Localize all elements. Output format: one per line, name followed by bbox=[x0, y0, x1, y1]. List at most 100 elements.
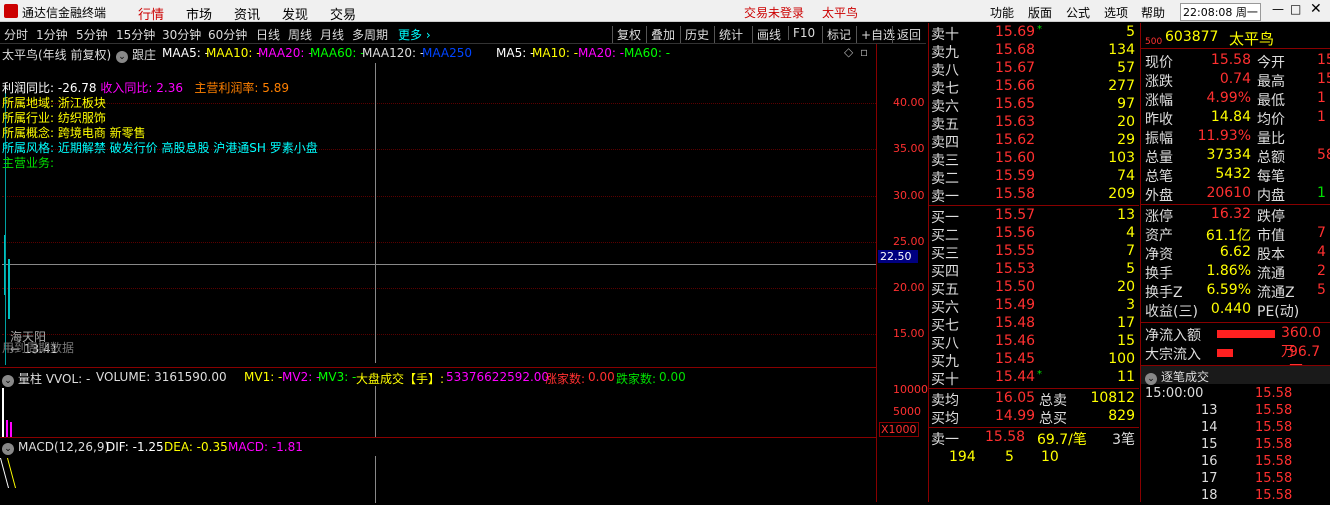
period-week[interactable]: 周线 bbox=[288, 26, 312, 43]
bid-row[interactable]: 买三 15.55 7 bbox=[929, 243, 1139, 262]
minimize-icon[interactable]: — bbox=[1272, 2, 1284, 16]
ask-row[interactable]: 卖八 15.67 57 bbox=[929, 60, 1139, 79]
volume-bar bbox=[6, 420, 8, 438]
total-volume: 829 bbox=[1108, 408, 1135, 424]
window-icon[interactable]: ▫ bbox=[860, 45, 868, 59]
ask-row[interactable]: 卖二 15.59 74 bbox=[929, 168, 1139, 187]
chevron-down-icon: ⌄ bbox=[2, 443, 14, 455]
period-more[interactable]: 更多 › bbox=[398, 26, 431, 43]
tool-mark[interactable]: 标记 bbox=[822, 26, 855, 43]
menu-help[interactable]: 帮助 bbox=[1141, 4, 1165, 21]
follow-toggle[interactable]: ⌄ 跟庄 bbox=[116, 46, 156, 63]
info-key2: 最高 bbox=[1257, 74, 1285, 90]
main-margin-label: 主营利润率: bbox=[194, 81, 259, 95]
macd-title-label: MACD(12,26,9) bbox=[18, 440, 110, 454]
tool-overlay[interactable]: 叠加 bbox=[646, 26, 679, 43]
bid-level: 买十 bbox=[931, 372, 959, 388]
ask-row[interactable]: 卖十 15.69 * 5 bbox=[929, 24, 1139, 43]
bid-row[interactable]: 买二 15.56 4 bbox=[929, 225, 1139, 244]
diamond-icon[interactable]: ◇ bbox=[844, 45, 853, 59]
concepts: 所属概念: 跨境电商 新零售 bbox=[2, 126, 146, 140]
period-15min[interactable]: 15分钟 bbox=[116, 26, 155, 43]
info-row: 换手Z 6.59% 流通Z 5 bbox=[1141, 282, 1330, 301]
tick-row: 13 15.58 bbox=[1141, 403, 1330, 420]
bid-row[interactable]: 买一 15.57 13 bbox=[929, 207, 1139, 226]
tab-quotes[interactable]: 行情 bbox=[138, 4, 164, 23]
bid-price: 15.45 bbox=[995, 351, 1036, 367]
bid-row[interactable]: 买十 15.44 * 11 bbox=[929, 369, 1139, 388]
menu-layout[interactable]: 版面 bbox=[1028, 4, 1052, 21]
ask-level: 卖七 bbox=[931, 81, 959, 97]
period-5min[interactable]: 5分钟 bbox=[76, 26, 108, 43]
info-key2: 流通 bbox=[1257, 266, 1285, 282]
period-60min[interactable]: 60分钟 bbox=[208, 26, 247, 43]
trade-login-status[interactable]: 交易未登录 bbox=[744, 4, 804, 21]
tab-news[interactable]: 资讯 bbox=[234, 4, 260, 23]
period-timeshare[interactable]: 分时 bbox=[4, 26, 28, 43]
tab-discover[interactable]: 发现 bbox=[282, 4, 308, 23]
ask-level: 卖四 bbox=[931, 135, 959, 151]
period-day[interactable]: 日线 bbox=[256, 26, 280, 43]
ask-row[interactable]: 卖三 15.60 103 bbox=[929, 150, 1139, 169]
volume-panel[interactable]: ⌄ 量柱 VVOL: - VOLUME: 3161590.00 MV1: - MV… bbox=[0, 367, 876, 438]
info-row: 现价 15.58 今开 15 bbox=[1141, 52, 1330, 71]
bid-row[interactable]: 买七 15.48 17 bbox=[929, 315, 1139, 334]
bid-level: 买二 bbox=[931, 228, 959, 244]
tool-history[interactable]: 历史 bbox=[680, 26, 713, 43]
bid-price: 15.48 bbox=[995, 315, 1036, 331]
kline-chart[interactable]: 太平鸟(年线 前复权) ⌄ 跟庄 MAA5: - MAA10: - MAA20: … bbox=[0, 45, 876, 367]
ask-row[interactable]: 卖九 15.68 134 bbox=[929, 42, 1139, 61]
kline-candles bbox=[8, 259, 10, 319]
ask-row[interactable]: 卖五 15.63 20 bbox=[929, 114, 1139, 133]
maximize-icon[interactable]: □ bbox=[1290, 2, 1301, 16]
price-tick: 35.00 bbox=[893, 142, 925, 155]
stock-name: 太平鸟 bbox=[1229, 30, 1275, 48]
macd-panel[interactable]: ⌄ MACD(12,26,9) DIF: -1.25 DEA: -0.35 MAC… bbox=[0, 437, 876, 503]
period-month[interactable]: 月线 bbox=[320, 26, 344, 43]
ma-legend-9: MA20: - bbox=[578, 46, 625, 60]
tab-trade[interactable]: 交易 bbox=[330, 4, 356, 23]
ma-legend-5: MAA120: - bbox=[362, 46, 425, 60]
styles: 所属风格: 近期解禁 破发行价 高股息股 沪港通SH 罗素小盘 bbox=[2, 141, 318, 155]
tool-f10[interactable]: F10 bbox=[788, 26, 819, 40]
avg-label: 买均 bbox=[931, 411, 959, 427]
bid-row[interactable]: 买八 15.46 15 bbox=[929, 333, 1139, 352]
tool-back[interactable]: 返回 bbox=[892, 26, 925, 43]
bid-row[interactable]: 买六 15.49 3 bbox=[929, 297, 1139, 316]
info-value2: 15 bbox=[1317, 52, 1330, 68]
tool-draw[interactable]: 画线 bbox=[752, 26, 785, 43]
total-label: 总买 bbox=[1039, 411, 1067, 427]
ask-row[interactable]: 卖七 15.66 277 bbox=[929, 78, 1139, 97]
ask-row[interactable]: 卖四 15.62 29 bbox=[929, 132, 1139, 151]
info-row: 外盘 20610 内盘 1 bbox=[1141, 185, 1330, 204]
info-value2: 2 bbox=[1317, 263, 1326, 279]
bid-row[interactable]: 买五 15.50 20 bbox=[929, 279, 1139, 298]
info-value: 0.74 bbox=[1219, 71, 1251, 87]
tool-stats[interactable]: 统计 bbox=[714, 26, 747, 43]
bid-price: 15.55 bbox=[995, 243, 1036, 259]
tick-time: 16 bbox=[1201, 454, 1218, 469]
info-key: 总笔 bbox=[1145, 169, 1173, 185]
top-menu-bar: 通达信金融终端 行情 市场 资讯 发现 交易 交易未登录 太平鸟 功能 版面 公… bbox=[0, 0, 1330, 23]
ma-legend-8: MA10: - bbox=[532, 46, 579, 60]
bid-level: 买八 bbox=[931, 336, 959, 352]
last-price: 15.58 bbox=[985, 429, 1026, 445]
menu-formula[interactable]: 公式 bbox=[1066, 4, 1090, 21]
info-key: 涨跌 bbox=[1145, 74, 1173, 90]
bid-row[interactable]: 买九 15.45 100 bbox=[929, 351, 1139, 370]
tab-market[interactable]: 市场 bbox=[186, 4, 212, 23]
tick-trades[interactable]: ⌄ 逐笔成交 15:00:00 15.58 13 15.58 14 15.58 15 15.58… bbox=[1141, 365, 1330, 503]
info-key2: 股本 bbox=[1257, 247, 1285, 263]
ask-row[interactable]: 卖一 15.58 209 bbox=[929, 186, 1139, 205]
close-icon[interactable]: ✕ bbox=[1310, 1, 1322, 17]
menu-options[interactable]: 选项 bbox=[1104, 4, 1128, 21]
bid-level: 买九 bbox=[931, 354, 959, 370]
period-30min[interactable]: 30分钟 bbox=[162, 26, 201, 43]
bid-row[interactable]: 买四 15.53 5 bbox=[929, 261, 1139, 280]
period-multi[interactable]: 多周期 bbox=[352, 26, 388, 43]
period-1min[interactable]: 1分钟 bbox=[36, 26, 68, 43]
ask-volume: 97 bbox=[1117, 96, 1135, 112]
menu-function[interactable]: 功能 bbox=[990, 4, 1014, 21]
tool-adjust[interactable]: 复权 bbox=[612, 26, 645, 43]
ask-row[interactable]: 卖六 15.65 97 bbox=[929, 96, 1139, 115]
